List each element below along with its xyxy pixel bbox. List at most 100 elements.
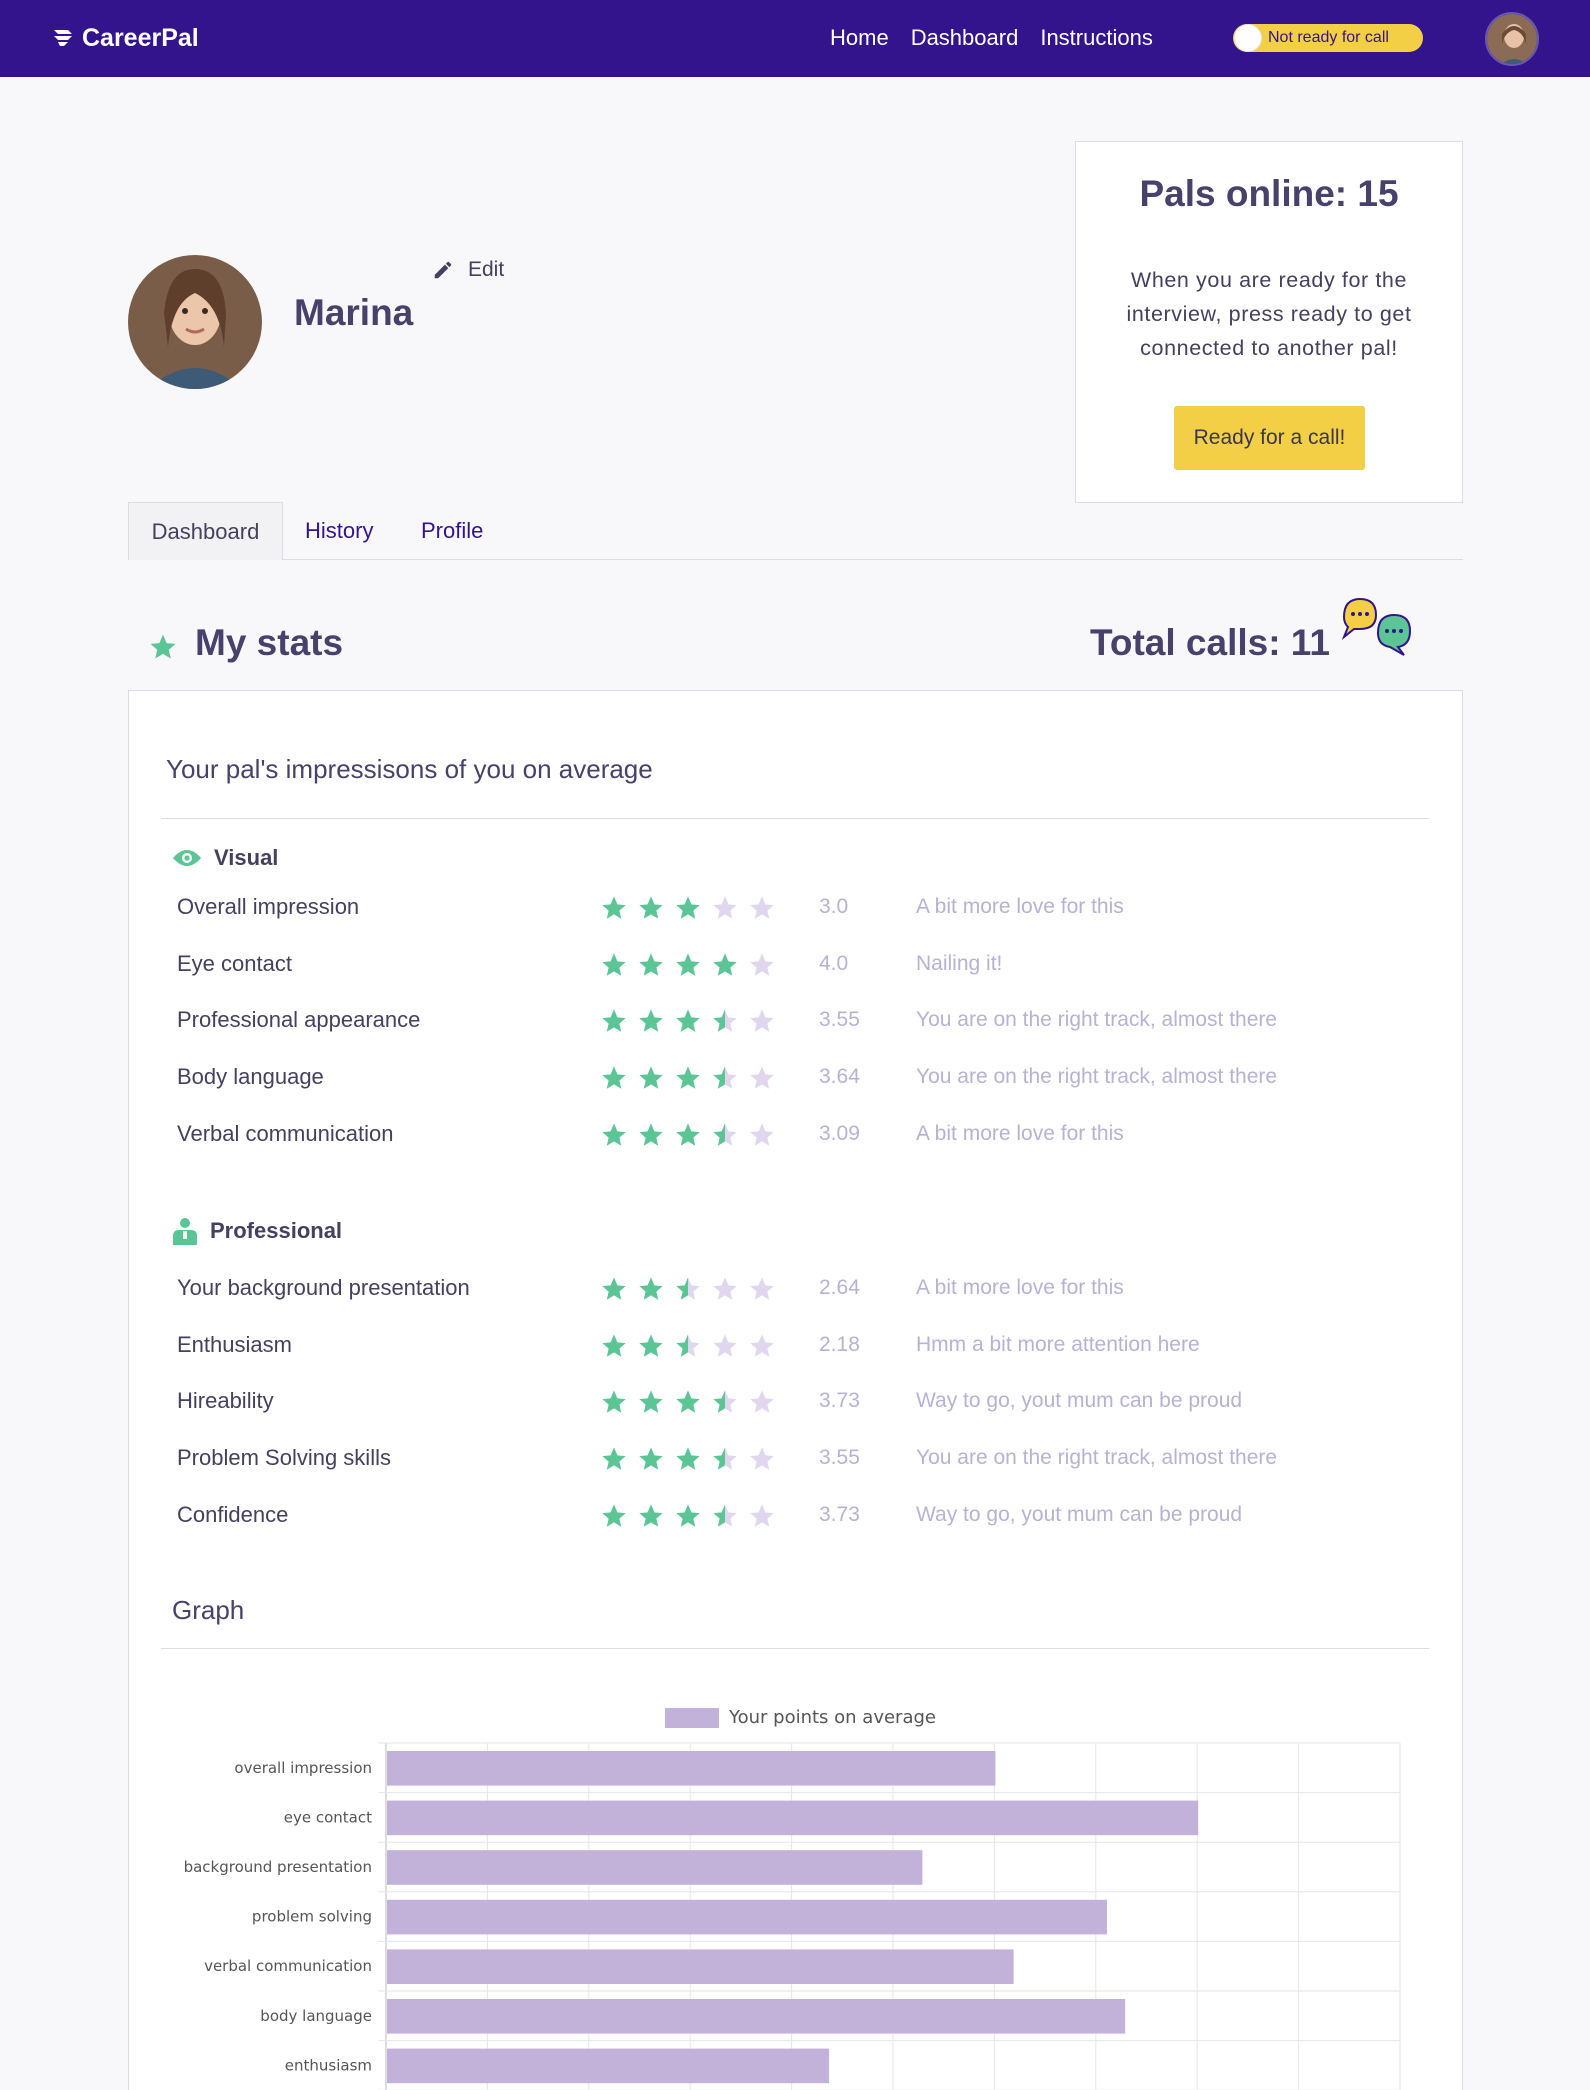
star-filled-icon (639, 1277, 663, 1300)
rating-label: Your background presentation (177, 1275, 470, 1300)
person-icon (173, 1218, 197, 1245)
dashboard-tabs: Dashboard History Profile (128, 502, 1463, 560)
chart-category-label: eye contact (284, 1808, 372, 1826)
rating-comment: You are on the right track, almost there (916, 1446, 1278, 1470)
pencil-icon (434, 261, 452, 279)
tab-profile[interactable]: Profile (421, 502, 483, 560)
impressions-title: Your pal's impressisons of you on averag… (166, 754, 653, 784)
nav-link-dashboard[interactable]: Dashboard (911, 22, 1019, 54)
pals-online-text: When you are ready for the interview, pr… (1126, 268, 1412, 360)
rating-comment: A bit more love for this (916, 895, 1124, 918)
legend-swatch (665, 1707, 719, 1728)
tab-history[interactable]: History (305, 502, 373, 560)
star-rating (600, 1275, 776, 1303)
rating-comment: You are on the right track, almost there (916, 1065, 1278, 1089)
star-empty-icon (750, 1123, 774, 1146)
star-filled-icon (639, 1009, 663, 1033)
rating-comment: Hmm a bit more attention here (916, 1332, 1200, 1356)
star-filled-icon (602, 1123, 626, 1146)
star-filled-icon (639, 1334, 663, 1357)
star-icon (150, 634, 176, 659)
star-filled-icon (639, 896, 663, 919)
chart-bar[interactable] (387, 2048, 830, 2084)
chart-bar[interactable] (387, 1949, 1014, 1984)
star-filled-icon (676, 1009, 700, 1033)
nav-link-instructions[interactable]: Instructions (1040, 22, 1153, 54)
star-filled-icon (639, 1123, 663, 1146)
rating-comment: Nailing it! (916, 951, 1003, 975)
rating-label: Enthusiasm (177, 1331, 292, 1357)
profile-avatar (128, 255, 262, 389)
star-filled-icon (602, 896, 626, 919)
star-half-icon (713, 1009, 737, 1033)
star-filled-icon (676, 1447, 700, 1470)
star-empty-icon (750, 1277, 774, 1300)
chart-bar[interactable] (387, 1999, 1126, 2034)
star-half-icon (713, 1123, 737, 1146)
nav-link-home[interactable]: Home (830, 22, 889, 54)
chart-category-label: overall impression (234, 1759, 372, 1777)
rating-label: Overall impression (177, 894, 360, 919)
rating-score: 3.64 (819, 1065, 860, 1089)
star-empty-icon (713, 1277, 737, 1300)
star-rating (600, 1445, 776, 1473)
chart-category-label: enthusiasm (285, 2056, 372, 2074)
rating-score: 3.09 (819, 1121, 860, 1145)
rating-score: 2.18 (819, 1332, 860, 1356)
chart-bar[interactable] (387, 1850, 923, 1885)
navbar: CareerPal Home Dashboard Instructions No… (0, 0, 1590, 77)
star-half-icon (676, 1334, 700, 1357)
total-calls: Total calls: 11 (1090, 622, 1330, 663)
star-empty-icon (750, 1447, 774, 1470)
ready-toggle[interactable]: Not ready for call (1233, 24, 1423, 52)
rating-score: 3.0 (819, 895, 849, 918)
brand-logo[interactable]: CareerPal (50, 22, 199, 54)
star-filled-icon (676, 1066, 700, 1089)
star-filled-icon (602, 1447, 626, 1470)
chart-category-label: verbal communication (204, 1957, 372, 1975)
rating-score: 3.73 (819, 1389, 860, 1413)
tab-dashboard[interactable]: Dashboard (128, 502, 283, 560)
brand-name: CareerPal (82, 23, 199, 52)
user-avatar[interactable] (1485, 12, 1539, 66)
points-bar-chart: Your points on average overall impressio… (160, 1695, 1420, 2090)
star-empty-icon (750, 1066, 774, 1089)
star-filled-icon (602, 1390, 626, 1414)
chart-plot: overall impression eye contact background … (184, 1742, 1401, 2090)
chart-bar[interactable] (387, 1751, 996, 1786)
rating-label: Hireability (177, 1388, 274, 1414)
rating-row: Overall impression 3.0 A bit more love for… (0, 887, 1590, 927)
chart-legend[interactable]: Your points on average (665, 1707, 936, 1728)
chart-bar[interactable] (387, 1899, 1107, 1935)
chart-category-label: problem solving (252, 1908, 372, 1926)
star-rating (600, 1388, 776, 1416)
star-half-icon (713, 1504, 737, 1527)
rating-row: Body language 3.64 You are on the right tr… (0, 1057, 1590, 1097)
rating-row: Enthusiasm 2.18 Hmm a bit more attention h… (0, 1325, 1590, 1365)
ready-for-call-button[interactable]: Ready for a call! (1174, 406, 1365, 470)
divider (161, 818, 1429, 819)
rating-comment: Way to go, yout mum can be proud (916, 1389, 1243, 1413)
divider (161, 1648, 1429, 1649)
rating-row: Professional appearance 3.55 You are on th… (0, 1000, 1590, 1040)
star-rating (600, 1332, 776, 1360)
nav-links: Home Dashboard Instructions (830, 22, 1153, 54)
chart-bar[interactable] (387, 1800, 1199, 1836)
star-rating (600, 1064, 776, 1092)
rating-label: Body language (177, 1064, 324, 1090)
star-filled-icon (639, 1066, 663, 1089)
star-empty-icon (713, 896, 737, 919)
edit-profile-button[interactable]: Edit (432, 258, 504, 282)
star-rating (600, 894, 776, 922)
my-stats-title: My stats (195, 622, 344, 663)
section-visual: Visual (172, 845, 278, 871)
avatar-image (1487, 14, 1537, 64)
star-half-icon (713, 1447, 737, 1470)
star-rating (600, 951, 776, 979)
star-filled-icon (602, 1504, 626, 1527)
rating-score: 4.0 (819, 951, 849, 975)
rating-score: 3.55 (819, 1446, 860, 1470)
star-filled-icon (639, 1390, 663, 1414)
edit-label: Edit (468, 258, 505, 281)
star-empty-icon (750, 1334, 774, 1357)
